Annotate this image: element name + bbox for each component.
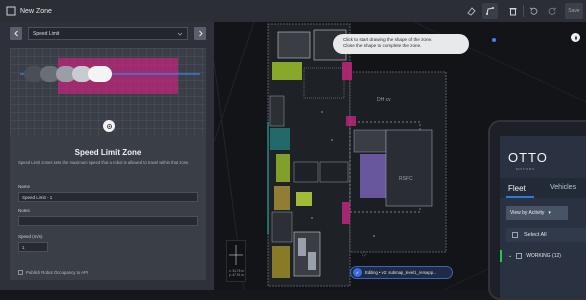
editing-status-text: Editing • v2: submap_level1_remapp... bbox=[365, 270, 437, 275]
chevron-down-icon: ⌄ bbox=[508, 253, 513, 259]
select-all-label: Select All bbox=[524, 232, 547, 238]
photo-button[interactable] bbox=[103, 120, 115, 132]
zone-type-description: Speed Limit zones sets the maximum speed… bbox=[18, 160, 190, 165]
speed-label: Speed (m/s) bbox=[18, 234, 43, 239]
view-by-dropdown[interactable]: View by Activity ▾ bbox=[506, 206, 568, 220]
top-toolbar: New Zone Save bbox=[0, 0, 586, 23]
brand-logo: OTTO bbox=[508, 150, 548, 165]
publish-occupancy-checkbox[interactable] bbox=[18, 270, 23, 275]
room-label-2: RSFC bbox=[399, 176, 413, 182]
compass-icon bbox=[574, 35, 577, 40]
chevron-right-icon bbox=[198, 30, 203, 37]
erase-button[interactable] bbox=[463, 3, 479, 19]
save-button[interactable]: Save bbox=[565, 3, 583, 19]
window-title: New Zone bbox=[20, 7, 52, 15]
select-all-row[interactable]: Select All bbox=[506, 228, 586, 242]
select-all-checkbox[interactable] bbox=[512, 232, 518, 238]
redo-icon bbox=[548, 7, 557, 15]
zone-square-icon bbox=[6, 6, 16, 16]
brand-subtitle: MOTORS bbox=[516, 167, 536, 171]
undo-button[interactable] bbox=[526, 3, 542, 19]
tab-fleet[interactable]: Fleet bbox=[508, 184, 526, 193]
cursor-point bbox=[492, 38, 496, 42]
undo-icon bbox=[529, 7, 538, 15]
camera-icon bbox=[106, 123, 112, 129]
window-title-group: New Zone bbox=[6, 4, 52, 18]
chevron-down-icon bbox=[177, 32, 183, 36]
zone-type-card: Speed Limit Zone Speed Limit zones sets … bbox=[10, 48, 206, 280]
view-by-label: View by Activity bbox=[510, 210, 545, 216]
tablet-tabs: Fleet Vehicles bbox=[500, 178, 586, 198]
publish-occupancy-row[interactable]: Publish Robot Occupancy to API bbox=[18, 270, 88, 275]
axis-icon bbox=[229, 245, 243, 265]
redo-button[interactable] bbox=[544, 3, 560, 19]
notes-label: Notes bbox=[18, 208, 30, 213]
compass-button[interactable] bbox=[571, 33, 580, 42]
working-group-row[interactable]: ⌄ WORKING (12) bbox=[500, 250, 586, 262]
zone-type-value: Speed Limit bbox=[33, 30, 60, 37]
scale-y: y: 47.91 m bbox=[229, 273, 244, 277]
map-scale-indicator: x: 34.78 m y: 47.91 m bbox=[226, 240, 246, 282]
draw-zone-button[interactable] bbox=[482, 3, 498, 19]
tablet-screen: OTTO MOTORS Fleet Vehicles View by Activ… bbox=[500, 136, 586, 298]
draw-hint-tooltip: Click to start drawing the shape of the … bbox=[333, 34, 469, 54]
trash-icon bbox=[509, 8, 517, 16]
speed-value: 1 bbox=[22, 244, 25, 250]
name-field[interactable]: Speed Limit - 1 bbox=[18, 192, 198, 202]
notes-field[interactable] bbox=[18, 216, 198, 226]
prev-zone-type-button[interactable] bbox=[10, 27, 22, 40]
name-value: Speed Limit - 1 bbox=[22, 194, 53, 200]
zone-type-select[interactable]: Speed Limit bbox=[28, 27, 188, 40]
eraser-icon bbox=[467, 7, 476, 16]
room-label-1: DH cv bbox=[377, 97, 391, 103]
editing-status-icon: ✓ bbox=[353, 268, 362, 277]
tab-vehicles[interactable]: Vehicles bbox=[550, 184, 576, 191]
delete-button[interactable] bbox=[505, 3, 521, 19]
working-group-checkbox[interactable] bbox=[516, 253, 523, 259]
working-group-label: WORKING (12) bbox=[526, 253, 561, 259]
draw-hint-line-2: Close the shape to complete the zone. bbox=[343, 43, 422, 48]
active-tab-indicator bbox=[506, 196, 534, 198]
draw-polygon-icon bbox=[486, 7, 494, 15]
toolbar-divider bbox=[523, 5, 524, 17]
zone-type-title: Speed Limit Zone bbox=[74, 148, 142, 157]
next-zone-type-button[interactable] bbox=[194, 27, 206, 40]
editing-status-pill[interactable]: ✓ Editing • v2: submap_level1_remapp... bbox=[350, 266, 453, 279]
name-label: Name bbox=[18, 184, 31, 189]
caret-down-icon: ▾ bbox=[548, 210, 551, 216]
speed-field[interactable]: 1 bbox=[18, 242, 48, 252]
tablet-mockup: OTTO MOTORS Fleet Vehicles View by Activ… bbox=[488, 120, 586, 300]
publish-occupancy-label: Publish Robot Occupancy to API bbox=[26, 270, 89, 275]
chevron-left-icon bbox=[13, 30, 18, 37]
